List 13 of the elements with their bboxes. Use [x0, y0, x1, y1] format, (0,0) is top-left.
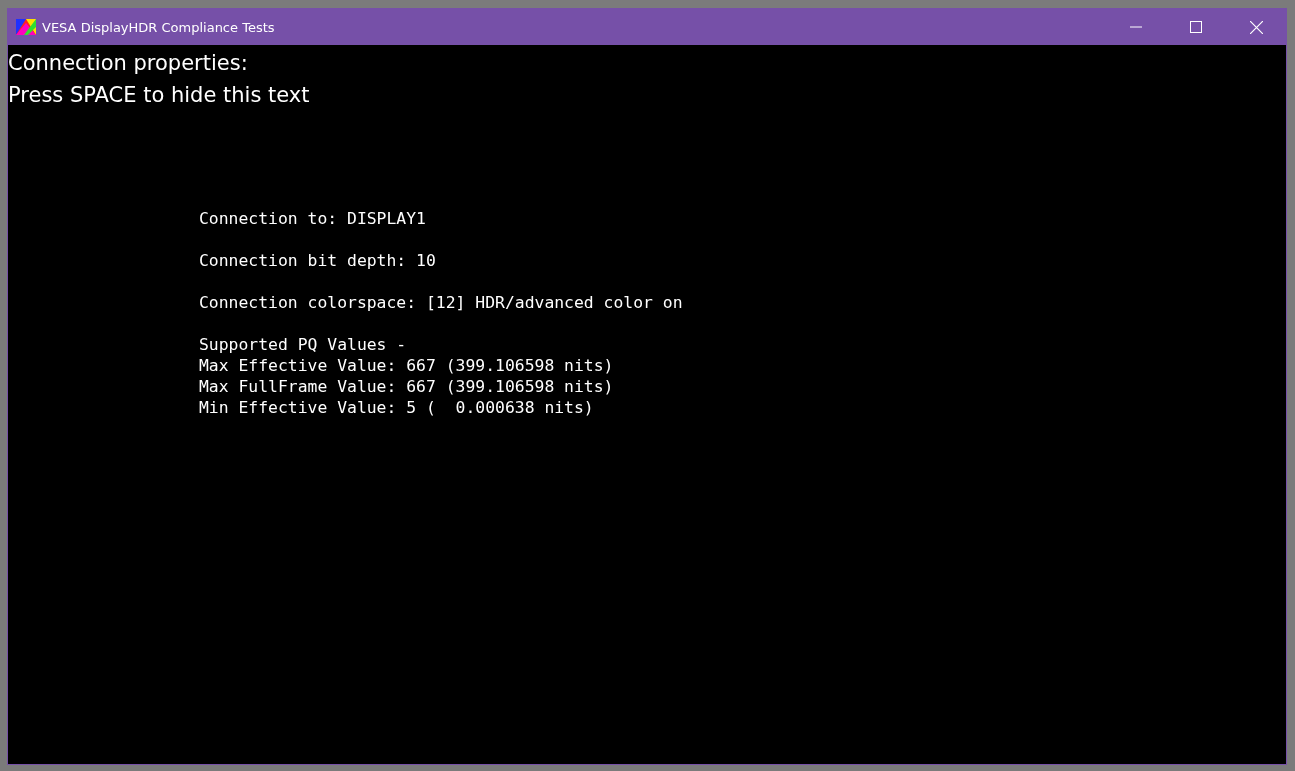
info-line: Max FullFrame Value: 667 (399.106598 nits): [199, 376, 614, 397]
header-text: Connection properties:: [8, 50, 248, 77]
info-line: Connection bit depth: 10: [199, 250, 436, 271]
info-line: Supported PQ Values -: [199, 334, 407, 355]
window-title: VESA DisplayHDR Compliance Tests: [42, 19, 275, 35]
info-line: Connection colorspace: [12] HDR/advanced color on: [199, 292, 683, 313]
info-line: Max Effective Value: 667 (399.106598 nits): [199, 355, 614, 376]
info-line: Min Effective Value: 5 ( 0.000638 nits): [199, 397, 594, 418]
close-icon: [1249, 20, 1263, 34]
info-line: Connection to: DISPLAY1: [199, 208, 426, 229]
maximize-icon: [1190, 21, 1202, 33]
header-text: Press SPACE to hide this text: [8, 82, 310, 109]
app-icon: [16, 19, 36, 35]
